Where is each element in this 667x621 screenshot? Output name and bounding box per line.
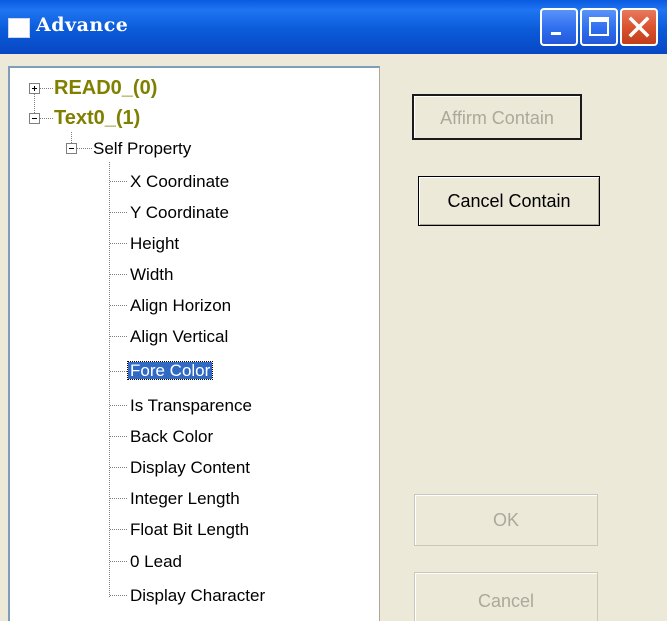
minimize-button[interactable] <box>540 8 578 46</box>
title-bar[interactable]: Advance <box>0 0 667 54</box>
tree-item-is-transparence[interactable]: Is Transparence <box>130 397 252 414</box>
tree-item-width[interactable]: Width <box>130 266 173 283</box>
affirm-contain-button[interactable]: Affirm Contain <box>412 94 582 140</box>
tree-item-integer-length[interactable]: Integer Length <box>130 490 240 507</box>
tree-node-self-property[interactable]: Self Property <box>93 140 191 157</box>
cancel-contain-button[interactable]: Cancel Contain <box>418 176 600 226</box>
window-title: Advance <box>36 14 129 36</box>
tree-item-back-color[interactable]: Back Color <box>130 428 213 445</box>
ok-button[interactable]: OK <box>414 494 598 546</box>
tree-item-align-horizon[interactable]: Align Horizon <box>130 297 231 314</box>
tree-item-fore-color[interactable]: Fore Color <box>126 361 214 380</box>
tree-item-align-vertical[interactable]: Align Vertical <box>130 328 228 345</box>
maximize-icon <box>589 17 609 36</box>
tree-item-height[interactable]: Height <box>130 235 179 252</box>
cancel-button[interactable]: Cancel <box>414 572 598 621</box>
tree-item-y-coordinate[interactable]: Y Coordinate <box>130 204 229 221</box>
property-tree[interactable]: READ0_(0) Text0_(1) Self Property X Coor… <box>8 66 380 621</box>
tree-item-display-content[interactable]: Display Content <box>130 459 250 476</box>
expand-icon[interactable] <box>29 83 40 94</box>
tree-item-0-lead[interactable]: 0 Lead <box>130 553 182 570</box>
tree-node-read0[interactable]: READ0_(0) <box>54 78 157 98</box>
close-icon <box>628 16 650 38</box>
advance-dialog: Advance READ0_(0) Text0_(1) Self Propert… <box>0 0 667 621</box>
tree-item-x-coordinate[interactable]: X Coordinate <box>130 173 229 190</box>
close-button[interactable] <box>620 8 658 46</box>
tree-item-float-bit-length[interactable]: Float Bit Length <box>130 521 249 538</box>
tree-item-display-character[interactable]: Display Character <box>130 587 265 604</box>
window-icon <box>8 18 30 38</box>
collapse-icon[interactable] <box>29 113 40 124</box>
minimize-icon <box>551 32 561 35</box>
tree-node-text0[interactable]: Text0_(1) <box>54 108 140 128</box>
collapse-icon[interactable] <box>66 143 77 154</box>
maximize-button[interactable] <box>580 8 618 46</box>
